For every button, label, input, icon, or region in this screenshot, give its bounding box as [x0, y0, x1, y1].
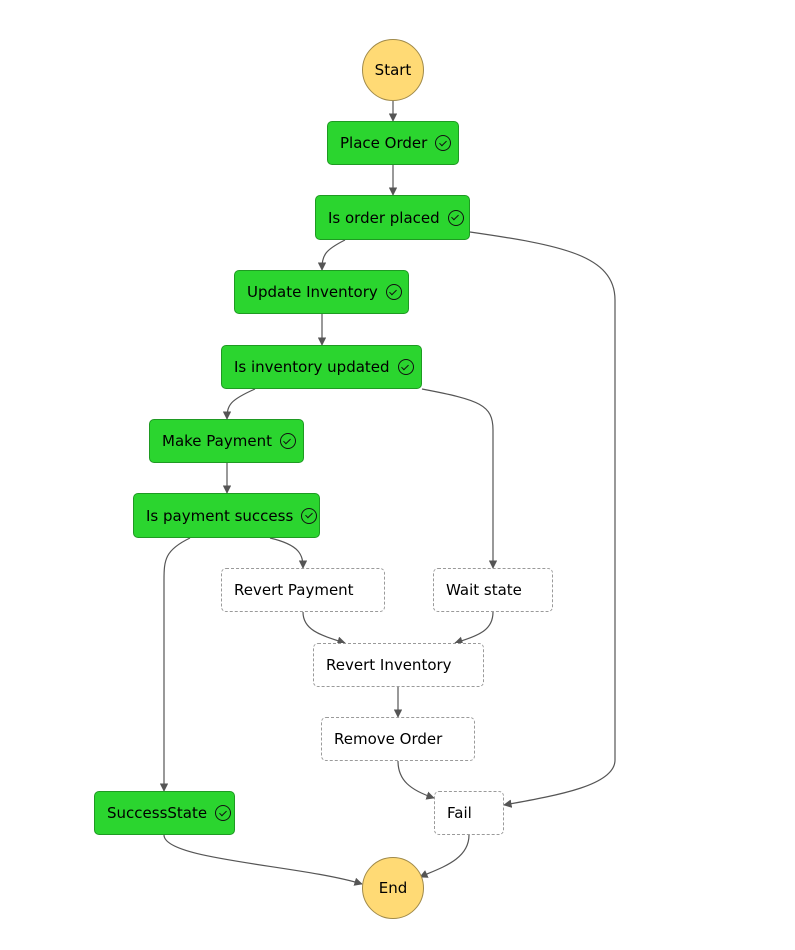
state-make-payment[interactable]: Make Payment	[149, 419, 304, 463]
end-node[interactable]: End	[362, 857, 424, 919]
edge-is-order-placed-update-inventory	[317, 239, 346, 271]
check-circle-icon	[301, 507, 318, 524]
state-is-inventory-updated[interactable]: Is inventory updated	[221, 345, 422, 389]
check-circle-icon	[215, 805, 232, 821]
start-label: Start	[374, 61, 412, 79]
state-update-inventory[interactable]: Update Inventory	[234, 270, 409, 314]
check-circle-icon	[385, 284, 402, 300]
state-label: Update Inventory	[247, 283, 378, 301]
edge-is-inventory-updated-make-payment	[222, 388, 256, 420]
state-label: Place Order	[340, 134, 428, 152]
state-place-order[interactable]: Place Order	[327, 121, 459, 165]
edge-is-inventory-updated-wait-state	[421, 388, 498, 569]
edge-is-order-placed-fail	[469, 231, 616, 808]
state-label: Is payment success	[146, 506, 294, 525]
start-node[interactable]: Start	[362, 39, 424, 101]
state-is-payment-success[interactable]: Is payment success	[133, 493, 320, 538]
state-label: Remove Order	[334, 730, 443, 748]
check-circle-icon	[397, 359, 414, 375]
state-label: SuccessState	[107, 804, 208, 822]
edge-remove-order-fail	[397, 760, 435, 800]
state-label: Revert Payment	[234, 581, 354, 599]
state-label: Is order placed	[328, 208, 440, 227]
state-label: Fail	[447, 804, 472, 822]
state-label: Make Payment	[162, 432, 272, 450]
state-fail[interactable]: Fail	[434, 791, 504, 835]
state-wait-state[interactable]: Wait state	[433, 568, 553, 612]
end-label: End	[378, 879, 408, 897]
edge-revert-payment-revert-inventory	[302, 611, 346, 645]
state-remove-order[interactable]: Remove Order	[321, 717, 475, 761]
state-revert-payment[interactable]: Revert Payment	[221, 568, 385, 612]
state-label: Wait state	[446, 581, 522, 599]
edge-wait-state-revert-inventory	[454, 611, 494, 645]
state-is-order-placed[interactable]: Is order placed	[315, 195, 470, 240]
state-revert-inventory[interactable]: Revert Inventory	[313, 643, 484, 687]
edge-is-payment-success-success-state	[159, 537, 191, 792]
state-label: Is inventory updated	[234, 358, 390, 376]
edge-success-state-end	[163, 834, 363, 886]
edge-fail-end	[419, 834, 470, 878]
check-circle-icon	[447, 209, 464, 226]
state-success-state[interactable]: SuccessState	[94, 791, 235, 835]
check-circle-icon	[279, 433, 296, 449]
edge-is-payment-success-revert-payment	[269, 537, 308, 569]
check-circle-icon	[435, 135, 452, 151]
state-label: Revert Inventory	[326, 656, 452, 674]
